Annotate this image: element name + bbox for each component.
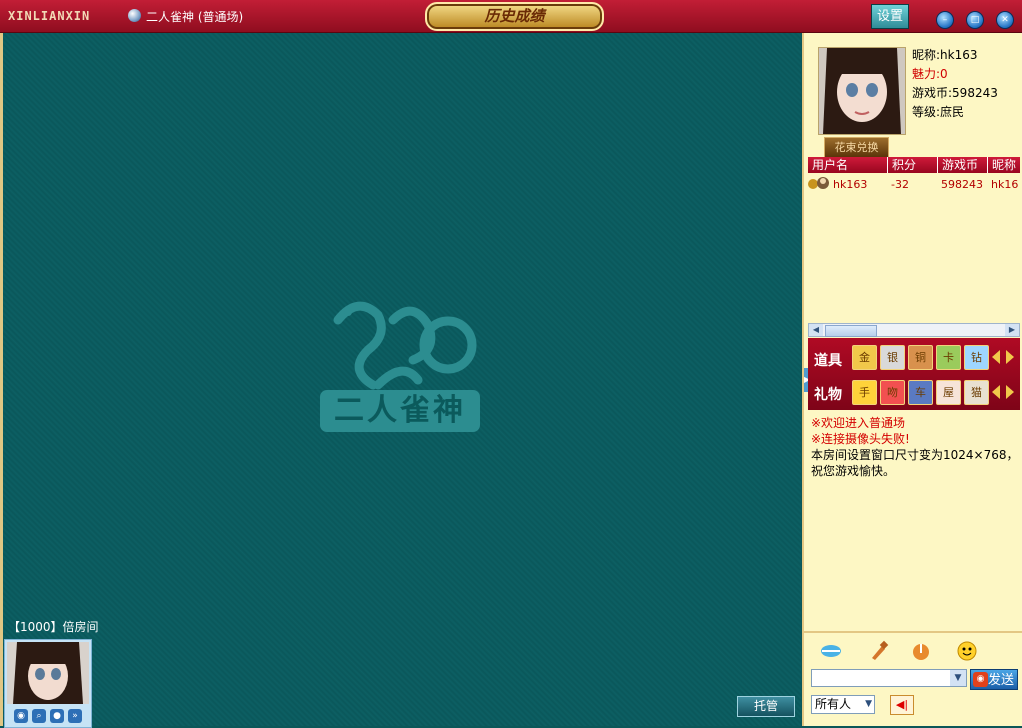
- chevron-down-icon[interactable]: ▼: [950, 670, 966, 686]
- video-toolbar: ◉ ⌕ ● »: [7, 709, 89, 725]
- camera-icon[interactable]: ◉: [14, 709, 28, 723]
- title-bar: XINLIANXIN 二人雀神 (普通场) 历史成绩 设置 – □ ✕: [0, 0, 1022, 33]
- rss-icon: ◉: [973, 672, 988, 687]
- column-coins[interactable]: 游戏币: [938, 157, 988, 173]
- gifts-prev-icon[interactable]: [992, 385, 1000, 399]
- mic-icon[interactable]: ●: [50, 709, 64, 723]
- user-username: hk163: [833, 177, 868, 191]
- more-icon[interactable]: »: [68, 709, 82, 723]
- card-prop-icon[interactable]: 卡: [936, 345, 961, 370]
- column-username[interactable]: 用户名: [808, 157, 888, 173]
- user-status-icon: [808, 176, 830, 193]
- maximize-icon[interactable]: □: [966, 11, 984, 29]
- car-gift-icon[interactable]: 车: [908, 380, 933, 405]
- brand-logo: XINLIANXIN: [8, 9, 91, 23]
- scroll-left-icon[interactable]: ◀: [809, 324, 823, 336]
- coins-text: 游戏币:598243: [912, 86, 998, 100]
- chat-divider: [804, 631, 1022, 633]
- user-nickname: hk16: [991, 177, 1019, 191]
- font-icon[interactable]: [820, 640, 842, 662]
- chevron-down-icon[interactable]: ▼: [865, 696, 872, 713]
- profile-avatar: [818, 47, 906, 135]
- nickname-text: 昵称:hk163: [912, 48, 978, 62]
- gifts-next-icon[interactable]: [1006, 385, 1014, 399]
- minimize-icon[interactable]: –: [936, 11, 954, 29]
- silver-prop-icon[interactable]: 银: [880, 345, 905, 370]
- sidebar: 花束兑换 昵称:hk163 魅力:0 游戏币:598243 等级:庶民 用户名 …: [802, 33, 1022, 726]
- speaker-icon[interactable]: ◀|: [890, 695, 914, 715]
- system-message: ※欢迎进入普通场: [811, 416, 906, 430]
- player-video-panel: ◉ ⌕ ● »: [4, 639, 92, 728]
- game-logo-text: 二人雀神: [320, 390, 480, 432]
- props-next-icon[interactable]: [1006, 350, 1014, 364]
- scroll-thumb[interactable]: [825, 325, 877, 337]
- system-message: ※连接摄像头失败!: [811, 432, 910, 446]
- hand-gift-icon[interactable]: 手: [852, 380, 877, 405]
- user-score: -32: [891, 177, 909, 191]
- flower-exchange-button[interactable]: 花束兑换: [824, 137, 889, 158]
- items-panel: 道具 金 银 铜 卡 钻 礼物 手 吻 车 屋 猫: [808, 338, 1020, 410]
- room-title: 二人雀神 (普通场): [146, 10, 244, 24]
- user-table-header: 用户名 积分 游戏币 昵称: [808, 157, 1020, 173]
- history-score-button[interactable]: 历史成绩: [425, 2, 604, 31]
- gold-prop-icon[interactable]: 金: [852, 345, 877, 370]
- brush-icon[interactable]: [868, 640, 890, 662]
- kiss-gift-icon[interactable]: 吻: [880, 380, 905, 405]
- room-multiplier-label: 【1000】倍房间: [8, 620, 99, 634]
- props-label: 道具: [814, 353, 842, 369]
- chat-input[interactable]: ▼: [811, 669, 967, 687]
- auto-play-button[interactable]: 托管: [737, 696, 795, 717]
- settings-button[interactable]: 设置: [871, 4, 909, 29]
- diamond-prop-icon[interactable]: 钻: [964, 345, 989, 370]
- charm-text: 魅力:0: [912, 67, 948, 81]
- system-message: 本房间设置窗口尺寸变为1024×768，祝您游戏愉快。: [811, 448, 1019, 478]
- send-button[interactable]: ◉ 发送: [970, 669, 1018, 690]
- cat-gift-icon[interactable]: 猫: [964, 380, 989, 405]
- chat-target-value: 所有人: [815, 697, 852, 711]
- gifts-label: 礼物: [814, 387, 842, 403]
- send-label: 发送: [987, 673, 1014, 688]
- table-row[interactable]: hk163 -32 598243 hk16: [808, 176, 1020, 192]
- scroll-right-icon[interactable]: ▶: [1005, 324, 1019, 336]
- action-icon[interactable]: [910, 640, 932, 662]
- column-score[interactable]: 积分: [888, 157, 938, 173]
- bronze-prop-icon[interactable]: 铜: [908, 345, 933, 370]
- user-coins: 598243: [941, 177, 983, 191]
- column-nickname[interactable]: 昵称: [988, 157, 1020, 173]
- chat-target-select[interactable]: 所有人 ▼: [811, 695, 875, 714]
- globe-icon: [128, 9, 141, 22]
- zoom-icon[interactable]: ⌕: [32, 709, 46, 723]
- close-icon[interactable]: ✕: [996, 11, 1014, 29]
- emoji-icon[interactable]: [956, 640, 978, 662]
- level-text: 等级:庶民: [912, 105, 965, 119]
- player-avatar: [7, 642, 89, 704]
- props-prev-icon[interactable]: [992, 350, 1000, 364]
- house-gift-icon[interactable]: 屋: [936, 380, 961, 405]
- horizontal-scrollbar[interactable]: ◀ ▶: [808, 323, 1020, 337]
